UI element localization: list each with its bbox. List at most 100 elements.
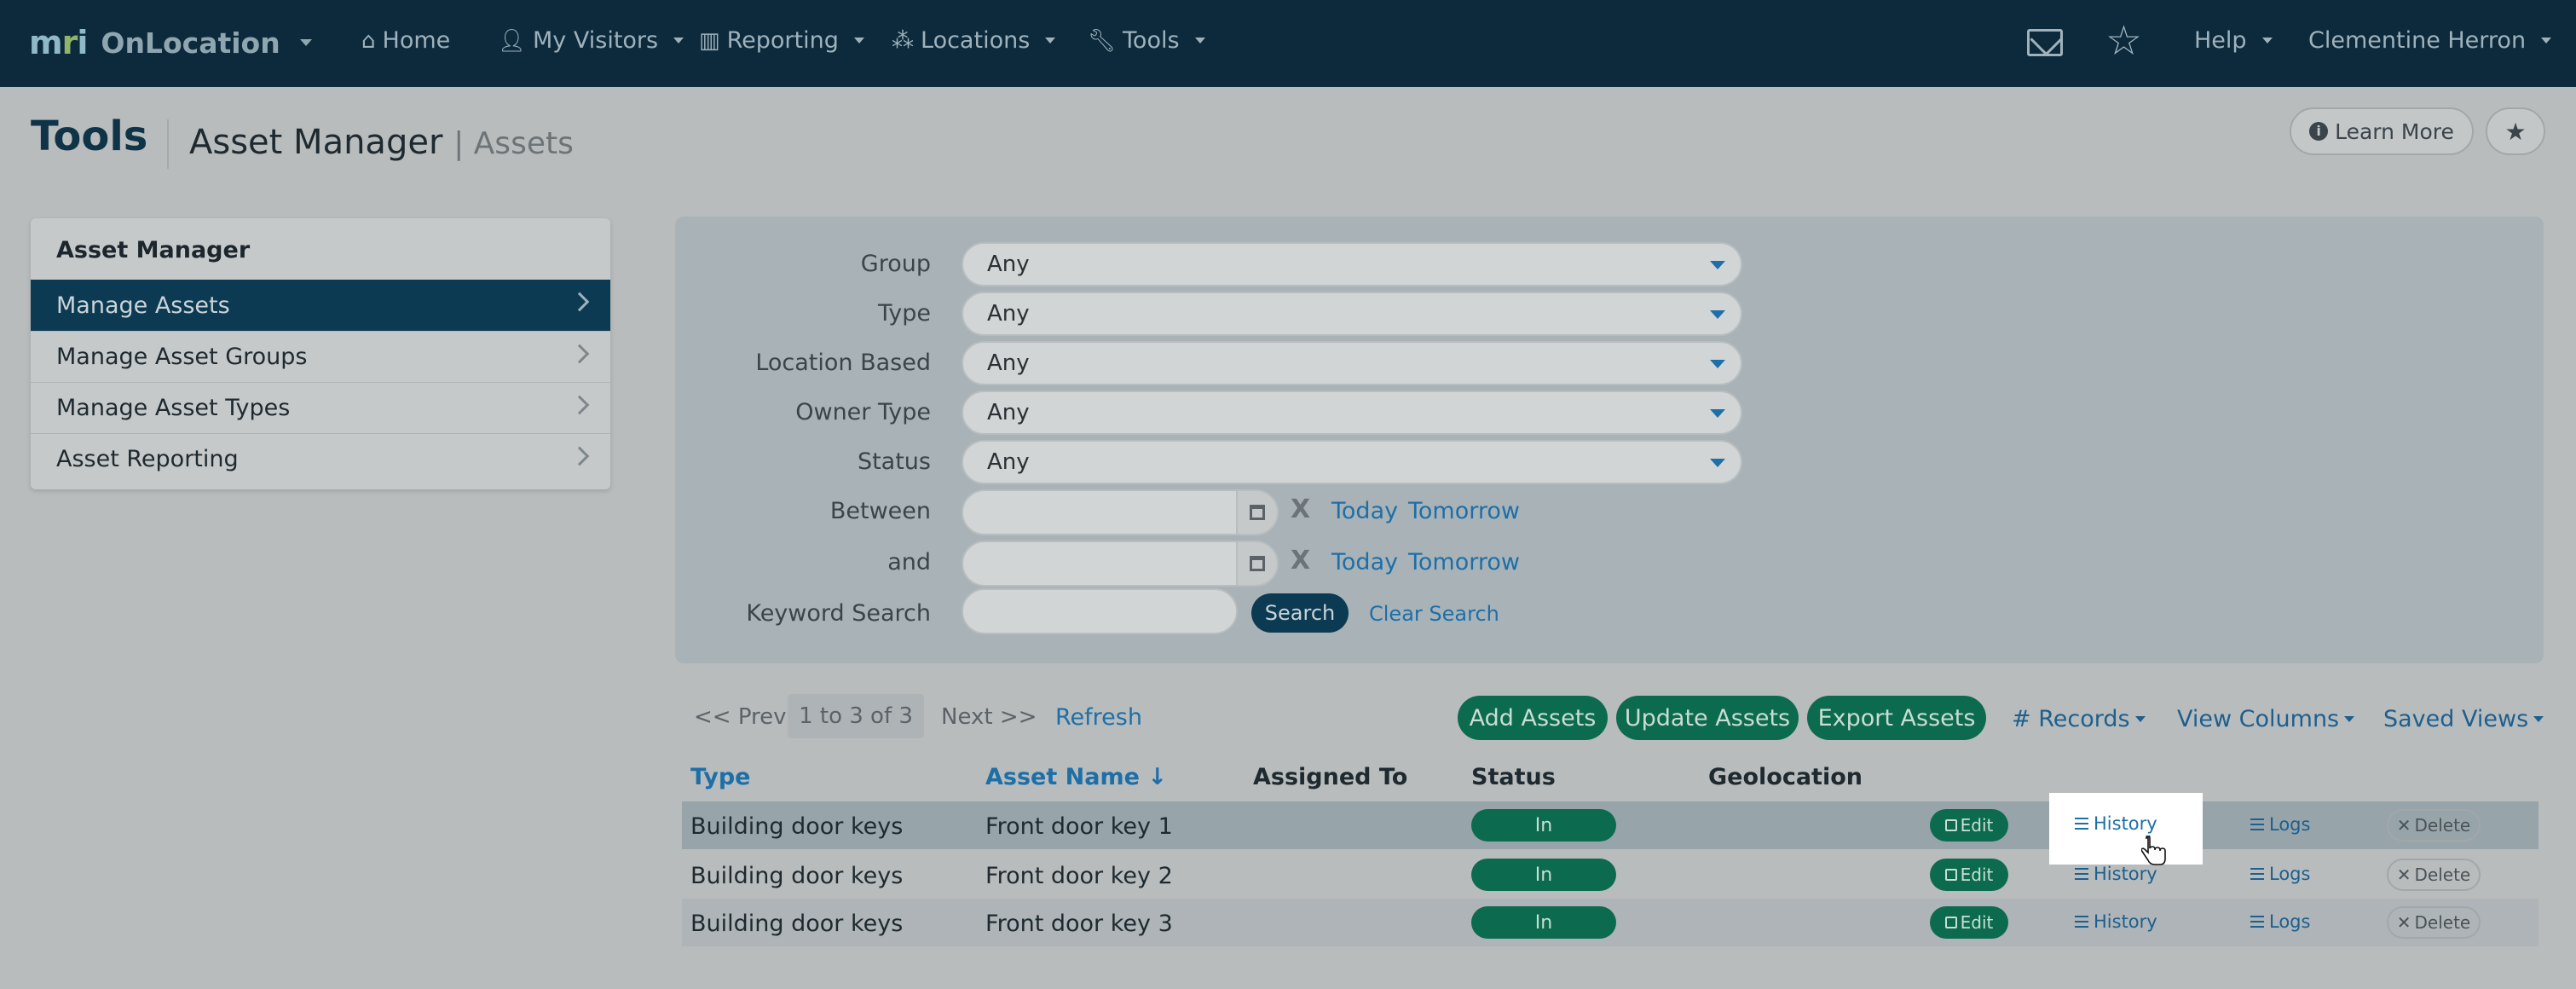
sidebar-item-label: Manage Assets bbox=[56, 292, 230, 319]
status-badge: In bbox=[1471, 809, 1616, 842]
chevron-down-icon bbox=[1710, 261, 1725, 269]
nav-tools-label: Tools bbox=[1123, 27, 1180, 54]
and-calendar-button[interactable] bbox=[1236, 541, 1279, 587]
list-icon bbox=[2075, 868, 2088, 880]
column-header-status: Status bbox=[1471, 764, 1556, 790]
search-button[interactable]: Search bbox=[1251, 593, 1349, 633]
sidebar-item-asset-reporting[interactable]: Asset Reporting bbox=[31, 433, 610, 484]
type-label: Type bbox=[877, 300, 931, 327]
and-tomorrow-link[interactable]: Tomorrow bbox=[1408, 549, 1520, 575]
and-today-link[interactable]: Today bbox=[1331, 549, 1398, 575]
logs-link[interactable]: Logs bbox=[2250, 864, 2310, 884]
prev-page-link[interactable]: << Prev bbox=[694, 704, 787, 730]
mri-logo: mri bbox=[29, 24, 88, 61]
export-assets-button[interactable]: Export Assets bbox=[1807, 696, 1986, 740]
column-header-asset-name[interactable]: Asset Name ↓ bbox=[985, 764, 1167, 790]
table-row: Building door keys Front door key 2 In E… bbox=[682, 851, 2538, 899]
subsection-title: | Assets bbox=[453, 126, 574, 161]
star-icon[interactable]: ☆ bbox=[2105, 20, 2142, 61]
column-header-type[interactable]: Type bbox=[690, 764, 750, 790]
between-tomorrow-link[interactable]: Tomorrow bbox=[1408, 498, 1520, 524]
location-based-select[interactable]: Any bbox=[962, 341, 1742, 385]
chevron-down-icon bbox=[853, 38, 864, 43]
keyword-search-label: Keyword Search bbox=[746, 600, 931, 627]
logs-link[interactable]: Logs bbox=[2250, 911, 2310, 932]
nav-home[interactable]: ⌂ Home bbox=[361, 27, 450, 54]
group-value: Any bbox=[987, 252, 1030, 277]
logs-label: Logs bbox=[2269, 911, 2311, 932]
owner-type-select[interactable]: Any bbox=[962, 390, 1742, 435]
nav-help-label: Help bbox=[2194, 27, 2247, 54]
nav-tools[interactable]: 🔧︎ Tools bbox=[1088, 27, 1205, 54]
cell-type: Building door keys bbox=[690, 863, 904, 889]
brand-dropdown-caret[interactable] bbox=[300, 39, 312, 46]
sidebar-item-label: Manage Asset Groups bbox=[56, 344, 308, 370]
keyword-search-input[interactable] bbox=[962, 588, 1238, 634]
close-icon: ✕ bbox=[2396, 815, 2411, 836]
owner-type-label: Owner Type bbox=[795, 399, 931, 425]
close-icon: ✕ bbox=[2396, 912, 2411, 933]
edit-button[interactable]: Edit bbox=[1930, 906, 2008, 939]
and-clear-button[interactable]: X bbox=[1291, 546, 1310, 575]
refresh-link[interactable]: Refresh bbox=[1055, 704, 1142, 731]
chevron-down-icon bbox=[2261, 38, 2273, 43]
nav-locations[interactable]: ⁂ Locations bbox=[892, 27, 1056, 54]
and-date-input[interactable] bbox=[962, 541, 1238, 587]
brand[interactable]: mri OnLocation bbox=[29, 24, 280, 61]
top-navbar: mri OnLocation ⌂ Home 👤︎ My Visitors ▥ R… bbox=[0, 0, 2576, 87]
records-label: # Records bbox=[2012, 706, 2130, 732]
add-assets-button[interactable]: Add Assets bbox=[1458, 696, 1608, 740]
chevron-down-icon bbox=[2134, 716, 2146, 722]
favorite-button[interactable]: ★ bbox=[2486, 107, 2545, 155]
list-icon bbox=[2250, 916, 2264, 928]
next-page-link[interactable]: Next >> bbox=[941, 704, 1037, 730]
between-date-input[interactable] bbox=[962, 489, 1238, 535]
table-row: Building door keys Front door key 1 In E… bbox=[682, 801, 2538, 849]
history-link[interactable]: History bbox=[2075, 813, 2157, 834]
edit-label: Edit bbox=[1960, 865, 1994, 885]
chevron-right-icon bbox=[569, 344, 590, 364]
user-menu[interactable]: Clementine Herron bbox=[2308, 27, 2552, 54]
list-icon bbox=[2250, 818, 2264, 830]
saved-views-dropdown[interactable]: Saved Views bbox=[2383, 706, 2544, 732]
history-link[interactable]: History bbox=[2075, 864, 2157, 884]
sidebar: Asset Manager Manage Assets Manage Asset… bbox=[31, 218, 610, 489]
between-calendar-button[interactable] bbox=[1236, 489, 1279, 535]
page-range: 1 to 3 of 3 bbox=[788, 694, 924, 738]
location-based-value: Any bbox=[987, 350, 1030, 376]
edit-label: Edit bbox=[1960, 815, 1994, 836]
update-assets-button[interactable]: Update Assets bbox=[1616, 696, 1799, 740]
status-select[interactable]: Any bbox=[962, 440, 1742, 484]
delete-button[interactable]: ✕ Delete bbox=[2387, 906, 2481, 939]
logs-link[interactable]: Logs bbox=[2250, 814, 2310, 835]
delete-button[interactable]: ✕ Delete bbox=[2387, 809, 2481, 842]
learn-more-button[interactable]: i Learn More bbox=[2290, 107, 2474, 155]
view-columns-dropdown[interactable]: View Columns bbox=[2177, 706, 2355, 732]
edit-button[interactable]: Edit bbox=[1930, 809, 2008, 842]
nav-reporting[interactable]: ▥ Reporting bbox=[699, 27, 864, 54]
sidebar-item-manage-assets[interactable]: Manage Assets bbox=[31, 280, 610, 331]
history-label: History bbox=[2094, 911, 2157, 932]
delete-button[interactable]: ✕ Delete bbox=[2387, 859, 2481, 891]
edit-button[interactable]: Edit bbox=[1930, 859, 2008, 891]
history-link-highlighted[interactable]: History bbox=[2049, 793, 2203, 865]
status-value: Any bbox=[987, 449, 1030, 475]
history-label: History bbox=[2094, 864, 2157, 884]
nav-help[interactable]: Help bbox=[2194, 27, 2273, 54]
between-today-link[interactable]: Today bbox=[1331, 498, 1398, 524]
between-clear-button[interactable]: X bbox=[1291, 494, 1310, 524]
mail-icon[interactable] bbox=[2027, 29, 2063, 56]
sidebar-item-manage-asset-types[interactable]: Manage Asset Types bbox=[31, 382, 610, 433]
chevron-down-icon bbox=[2541, 38, 2552, 43]
records-dropdown[interactable]: # Records bbox=[2012, 706, 2146, 732]
nav-my-visitors-label: My Visitors bbox=[533, 27, 659, 54]
clear-search-link[interactable]: Clear Search bbox=[1369, 602, 1499, 626]
nav-my-visitors[interactable]: 👤︎ My Visitors bbox=[498, 27, 684, 54]
sidebar-item-manage-asset-groups[interactable]: Manage Asset Groups bbox=[31, 331, 610, 382]
type-select[interactable]: Any bbox=[962, 292, 1742, 336]
group-select[interactable]: Any bbox=[962, 242, 1742, 286]
type-value: Any bbox=[987, 301, 1030, 327]
history-link[interactable]: History bbox=[2075, 911, 2157, 932]
star-icon: ★ bbox=[2504, 117, 2527, 146]
owner-type-value: Any bbox=[987, 400, 1030, 425]
